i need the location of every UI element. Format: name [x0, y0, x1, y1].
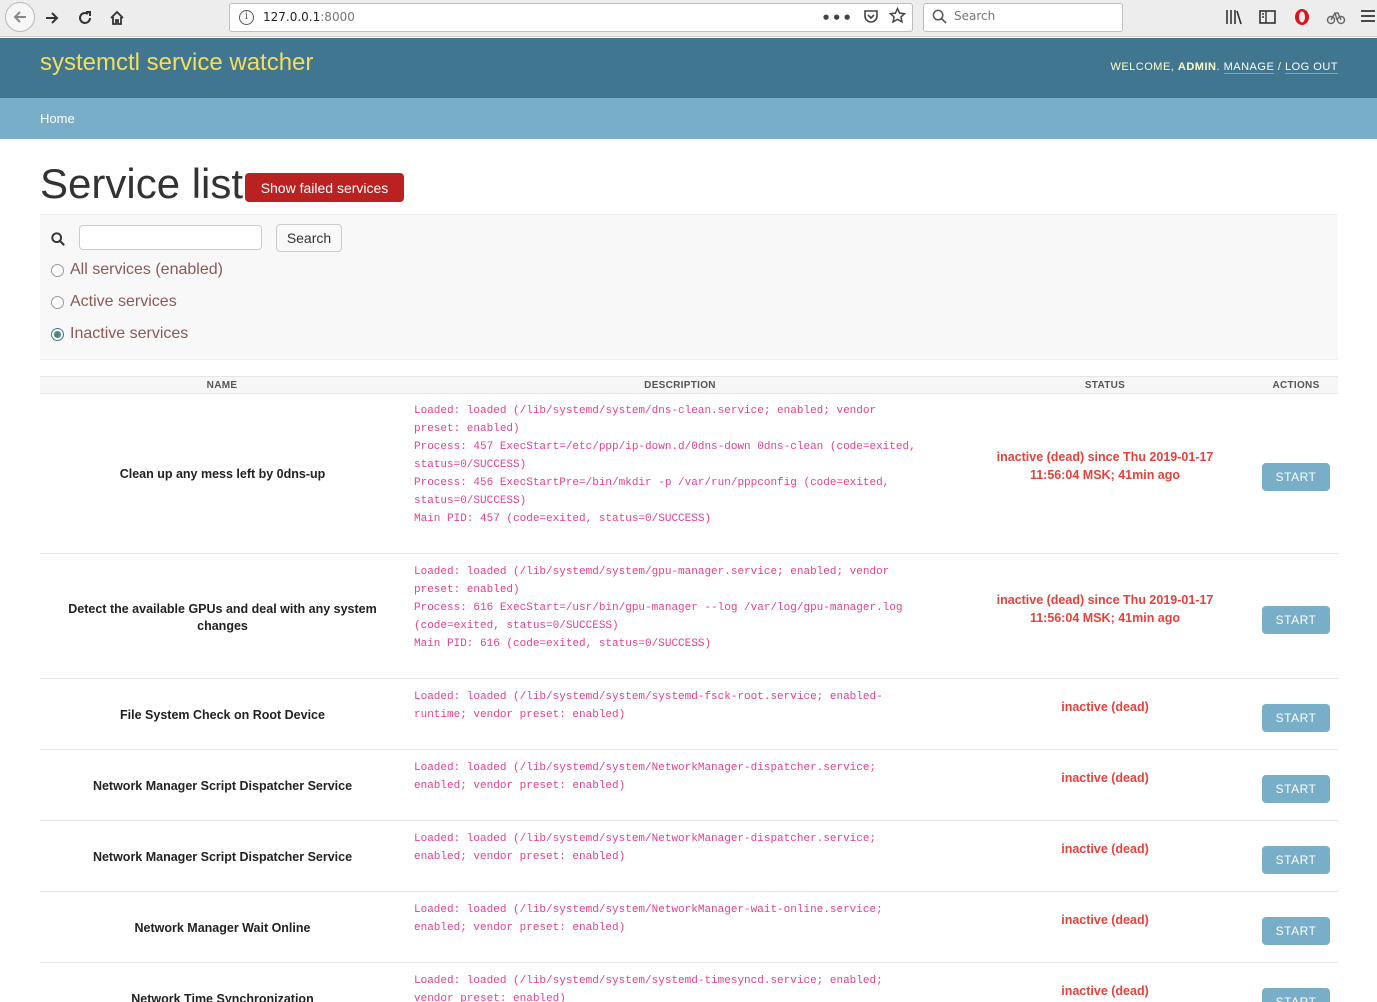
user-tools: WELCOME, ADMIN. MANAGE / LOG OUT: [1110, 61, 1338, 74]
show-failed-services-button[interactable]: Show failed services: [245, 173, 404, 202]
service-name: Network Manager Script Dispatcher Servic…: [92, 850, 353, 864]
service-status: inactive (dead) since Thu 2019-01-17 11:…: [996, 593, 1214, 625]
service-status: inactive (dead) since Thu 2019-01-17 11:…: [996, 450, 1214, 482]
service-name: Clean up any mess left by 0dns-up: [119, 467, 326, 481]
info-icon[interactable]: i: [239, 10, 254, 25]
service-name: Network Manager Script Dispatcher Servic…: [92, 779, 353, 793]
service-description: Loaded: loaded (/lib/systemd/system/dns-…: [414, 405, 916, 525]
welcome-text: WELCOME,: [1110, 61, 1175, 73]
service-search-input[interactable]: [79, 225, 262, 250]
breadcrumb-home-link[interactable]: Home: [40, 111, 75, 126]
service-description: Loaded: loaded (/lib/systemd/system/syst…: [414, 691, 883, 721]
service-status: inactive (dead): [1061, 913, 1149, 927]
radio-all[interactable]: [51, 263, 64, 277]
service-description: Loaded: loaded (/lib/systemd/system/Netw…: [414, 904, 883, 934]
pocket-icon[interactable]: [863, 8, 879, 28]
service-status: inactive (dead): [1061, 984, 1149, 998]
table-row: File System Check on Root Device Loaded:…: [40, 679, 1338, 750]
bookmark-star-icon[interactable]: [888, 6, 907, 28]
service-status: inactive (dead): [1061, 700, 1149, 714]
site-header: systemctl service watcher WELCOME, ADMIN…: [0, 38, 1377, 98]
search-icon: [51, 231, 65, 250]
separator: /: [1277, 61, 1282, 73]
breadcrumb: Home: [0, 98, 1377, 139]
back-icon[interactable]: [5, 2, 35, 32]
filter-option-all[interactable]: All services (enabled): [51, 261, 223, 279]
page-title: Service list: [40, 160, 244, 207]
filter-panel: Search All services (enabled) Active ser…: [40, 214, 1338, 360]
start-button[interactable]: START: [1262, 463, 1330, 491]
filter-option-inactive[interactable]: Inactive services: [51, 325, 188, 343]
service-name: Network Manager Wait Online: [134, 921, 311, 935]
logout-link[interactable]: LOG OUT: [1284, 61, 1338, 74]
service-name: File System Check on Root Device: [120, 708, 325, 722]
forward-icon[interactable]: [38, 4, 66, 32]
column-header-actions: ACTIONS: [1272, 380, 1320, 391]
service-description: Loaded: loaded (/lib/systemd/system/syst…: [414, 975, 883, 1002]
library-icon[interactable]: [1224, 5, 1244, 29]
username: ADMIN: [1177, 61, 1217, 73]
search-button[interactable]: Search: [276, 224, 342, 252]
start-button[interactable]: START: [1262, 988, 1330, 1002]
site-title[interactable]: systemctl service watcher: [40, 49, 313, 77]
browser-toolbar: i 127.0.0.1:8000 •••: [0, 0, 1377, 37]
browser-search-input[interactable]: [954, 9, 1114, 23]
browser-search-box[interactable]: [923, 3, 1123, 32]
search-icon: [932, 9, 947, 28]
radio-inactive[interactable]: [51, 327, 64, 341]
reload-icon[interactable]: [71, 4, 99, 32]
table-row: Network Time Synchronization Loaded: loa…: [40, 963, 1338, 1002]
radio-label[interactable]: All services (enabled): [70, 261, 223, 279]
table-row: Clean up any mess left by 0dns-up Loaded…: [40, 394, 1338, 554]
url-bar[interactable]: i 127.0.0.1:8000 •••: [229, 3, 913, 32]
radio-active[interactable]: [51, 295, 64, 309]
page-actions-icon[interactable]: •••: [821, 9, 853, 27]
url-text: 127.0.0.1:8000: [263, 10, 355, 24]
start-button[interactable]: START: [1262, 917, 1330, 945]
service-description: Loaded: loaded (/lib/systemd/system/Netw…: [414, 833, 877, 863]
service-status: inactive (dead): [1061, 842, 1149, 856]
table-row: Detect the available GPUs and deal with …: [40, 554, 1338, 679]
table-row: Network Manager Wait Online Loaded: load…: [40, 892, 1338, 963]
start-button[interactable]: START: [1262, 704, 1330, 732]
table-row: Network Manager Script Dispatcher Servic…: [40, 821, 1338, 892]
service-status: inactive (dead): [1061, 771, 1149, 785]
home-icon[interactable]: [103, 4, 131, 32]
column-header-name[interactable]: NAME: [207, 380, 238, 391]
start-button[interactable]: START: [1262, 775, 1330, 803]
column-header-status[interactable]: STATUS: [1085, 380, 1125, 391]
sidebar-icon[interactable]: [1258, 5, 1278, 29]
radio-label[interactable]: Inactive services: [70, 325, 188, 343]
service-name: Network Time Synchronization: [131, 992, 314, 1002]
service-description: Loaded: loaded (/lib/systemd/system/gpu-…: [414, 566, 903, 650]
radio-label[interactable]: Active services: [70, 293, 177, 311]
table-row: Network Manager Script Dispatcher Servic…: [40, 750, 1338, 821]
start-button[interactable]: START: [1262, 606, 1330, 634]
manage-link[interactable]: MANAGE: [1223, 61, 1275, 74]
filter-option-active[interactable]: Active services: [51, 293, 177, 311]
column-header-description[interactable]: DESCRIPTION: [644, 380, 716, 391]
opera-icon[interactable]: [1292, 5, 1312, 29]
service-name: Detect the available GPUs and deal with …: [68, 602, 377, 633]
service-description: Loaded: loaded (/lib/systemd/system/Netw…: [414, 762, 877, 792]
hamburger-menu-icon[interactable]: [1360, 8, 1376, 27]
table-header: NAME DESCRIPTION STATUS ACTIONS: [40, 376, 1338, 394]
start-button[interactable]: START: [1262, 846, 1330, 874]
extension-icon[interactable]: [1326, 5, 1346, 29]
